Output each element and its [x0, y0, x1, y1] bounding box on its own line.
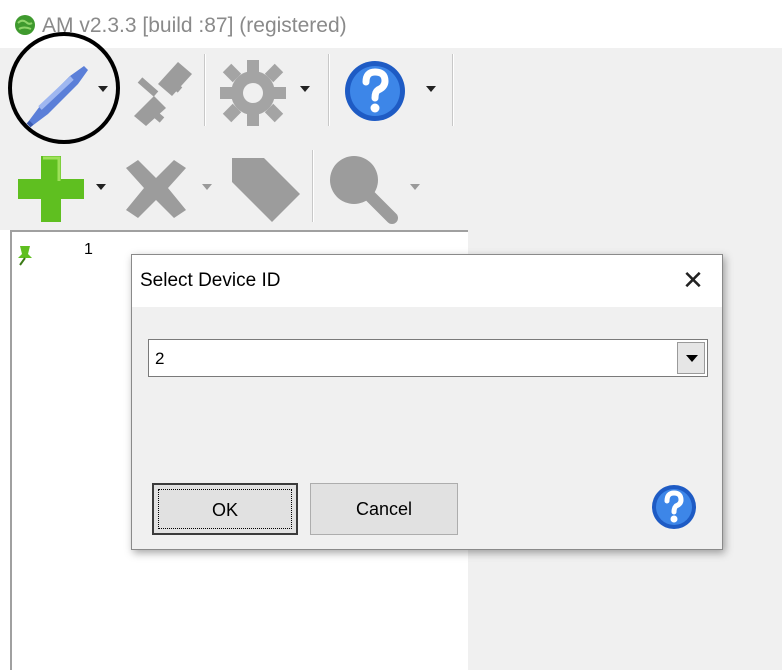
toolbar-separator [452, 54, 454, 126]
settings-dropdown-arrow[interactable] [300, 86, 310, 92]
select-device-dialog: Select Device ID ✕ 2 OK Cancel [131, 254, 723, 550]
annotation-circle [8, 32, 120, 144]
focus-rect [158, 489, 292, 529]
add-dropdown-arrow[interactable] [96, 184, 106, 190]
search-dropdown-arrow [410, 184, 420, 190]
settings-gear-icon [220, 60, 286, 126]
add-plus-icon[interactable] [16, 154, 86, 224]
cancel-label: Cancel [355, 499, 413, 519]
device-id-select[interactable]: 2 [148, 339, 708, 377]
help-icon[interactable] [342, 58, 408, 124]
tag-icon [232, 158, 300, 222]
green-pin-icon [18, 246, 32, 266]
ok-button[interactable]: OK [152, 483, 298, 535]
close-icon[interactable]: ✕ [674, 263, 712, 297]
tree-item-label[interactable]: 1 [84, 241, 93, 259]
device-id-value: 2 [155, 349, 165, 368]
chevron-down-icon[interactable] [677, 342, 705, 374]
app-titlebar: AM v2.3.3 [build :87] (registered) [0, 0, 782, 48]
disconnect-icon [134, 62, 192, 126]
help-icon[interactable] [650, 483, 698, 531]
dialog-title: Select Device ID [140, 270, 281, 291]
green-globe-icon [15, 15, 35, 35]
cancel-button[interactable]: Cancel [310, 483, 458, 535]
dialog-titlebar: Select Device ID ✕ [132, 255, 722, 307]
toolbar-separator [312, 150, 314, 222]
toolbar-separator [328, 54, 330, 126]
help-dropdown-arrow[interactable] [426, 86, 436, 92]
window-title: AM v2.3.3 [build :87] (registered) [42, 14, 347, 37]
delete-dropdown-arrow [202, 184, 212, 190]
delete-x-icon [126, 160, 186, 218]
search-magnifier-icon [330, 156, 398, 224]
toolbar-separator [204, 54, 206, 126]
